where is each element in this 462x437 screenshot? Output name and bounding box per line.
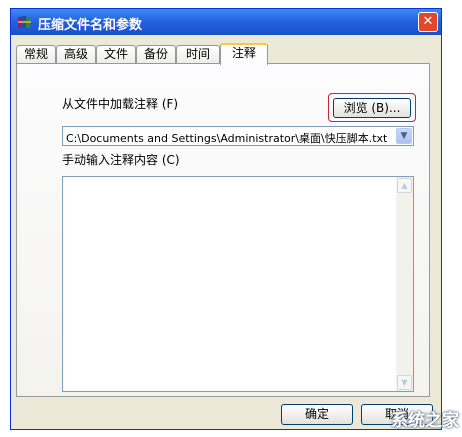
dropdown-button[interactable]: ▼ [396,128,412,144]
comment-file-path: C:\Documents and Settings\Administrator\… [66,132,388,145]
window-title: 压缩文件名和参数 [38,18,143,33]
ok-button-label: 确定 [304,407,329,421]
browse-button[interactable]: 浏览 (B)... [333,98,411,118]
tab-label: 高级 [63,47,88,61]
tab-label: 注释 [231,46,256,60]
tab-label: 时间 [185,47,210,61]
chevron-down-icon: ▼ [401,378,408,387]
tab-time[interactable]: 时间 [176,45,220,64]
winrar-stack-icon [18,16,31,28]
dialog-window: 压缩文件名和参数 ✕ 常规 高级 文件 备份 时间 注释 从文件中加载注释 (F… [10,8,442,430]
scroll-down-button[interactable]: ▼ [397,375,412,390]
comment-panel: 从文件中加载注释 (F) 浏览 (B)... C:\Documents and … [16,63,430,397]
close-icon: ✕ [422,14,434,29]
title-bar[interactable]: 压缩文件名和参数 ✕ [11,9,441,35]
comment-textarea[interactable]: ▲ ▼ [62,176,414,392]
scroll-up-button[interactable]: ▲ [397,178,412,193]
close-button[interactable]: ✕ [418,12,438,32]
tab-label: 常规 [23,47,48,61]
load-from-file-label: 从文件中加载注释 (F) [62,97,179,111]
tab-label: 备份 [143,47,168,61]
tab-comment[interactable]: 注释 [220,43,268,65]
site-watermark: 系统之家 [391,406,459,431]
tab-general[interactable]: 常规 [16,45,56,64]
tab-advanced[interactable]: 高级 [56,45,96,64]
watermark-text: 系统之家 [391,411,459,431]
tab-backup[interactable]: 备份 [136,45,176,64]
chevron-down-icon: ▼ [400,131,408,141]
tab-label: 文件 [103,47,128,61]
ok-button[interactable]: 确定 [281,404,353,425]
vertical-scrollbar[interactable]: ▲ ▼ [396,177,413,391]
chevron-up-icon: ▲ [401,181,408,190]
comment-file-combobox[interactable]: C:\Documents and Settings\Administrator\… [62,126,414,146]
browse-button-label: 浏览 (B)... [343,101,401,115]
manual-input-label: 手动输入注释内容 (C) [62,153,180,167]
tab-files[interactable]: 文件 [96,45,136,64]
